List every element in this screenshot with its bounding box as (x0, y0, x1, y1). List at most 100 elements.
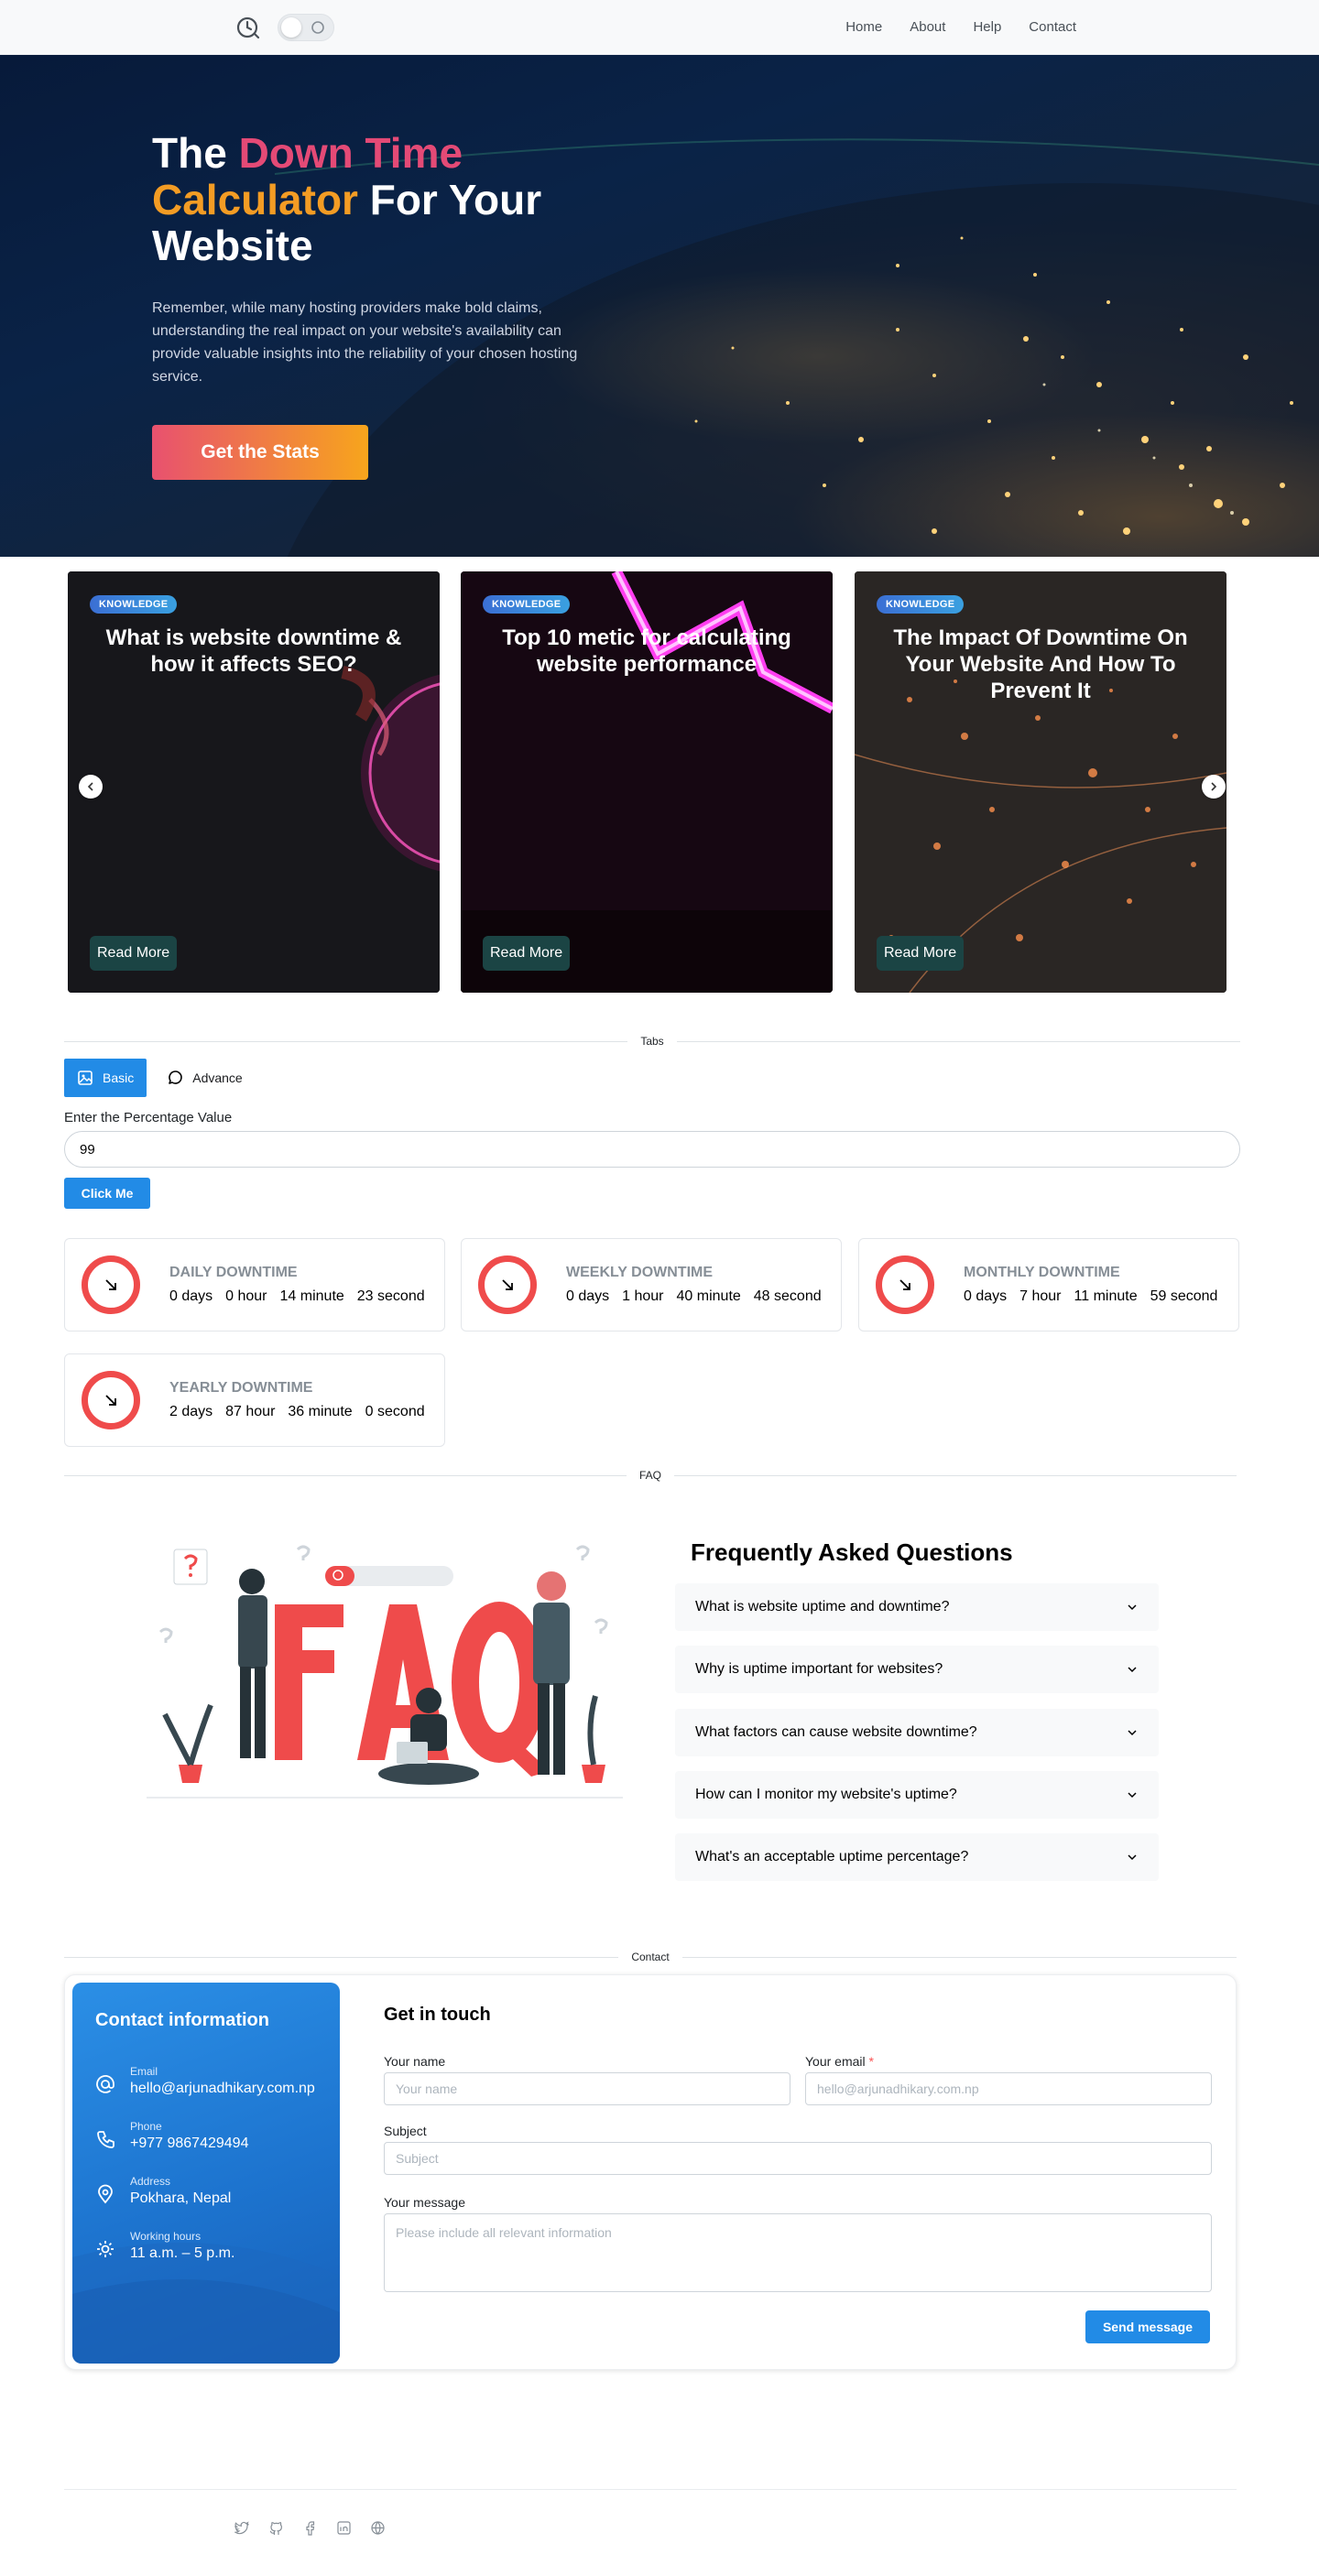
tab-advance[interactable]: Advance (154, 1059, 255, 1097)
faq-question: Why is uptime important for websites? (695, 1661, 943, 1677)
faq-item[interactable]: How can I monitor my website's uptime? (675, 1771, 1159, 1819)
header-left (235, 13, 334, 41)
article-carousel: KNOWLEDGE What is website downtime & how… (0, 571, 1319, 1011)
stat-text: MONTHLY DOWNTIME 0 days 7 hour 11 minute… (964, 1265, 1217, 1305)
stat-label: WEEKLY DOWNTIME (566, 1265, 714, 1280)
faq-question: What is website uptime and downtime? (695, 1599, 950, 1614)
stat-seconds: 0 second (365, 1404, 425, 1419)
contact-divider: Contact (64, 1951, 1237, 1963)
stat-hours: 1 hour (622, 1288, 664, 1304)
monthly-downtime-card: MONTHLY DOWNTIME 0 days 7 hour 11 minute… (858, 1238, 1239, 1331)
chevron-down-icon (1128, 1854, 1137, 1861)
click-me-button[interactable]: Click Me (64, 1178, 150, 1209)
chevron-down-icon (1128, 1604, 1137, 1611)
faq-illustration (147, 1545, 623, 1799)
nav-help[interactable]: Help (973, 19, 1001, 35)
linkedin-icon[interactable] (336, 2520, 352, 2536)
stat-text: WEEKLY DOWNTIME 0 days 1 hour 40 minute … (566, 1265, 822, 1305)
stat-text: DAILY DOWNTIME 0 days 0 hour 14 minute 2… (169, 1265, 425, 1305)
faq-item[interactable]: Why is uptime important for websites? (675, 1646, 1159, 1693)
arrow-down-right-icon (899, 1279, 910, 1290)
chevron-down-icon (1128, 1667, 1137, 1673)
percentage-label: Enter the Percentage Value (64, 1110, 233, 1125)
arrow-down-right-icon (105, 1395, 116, 1406)
chevron-right-icon (1211, 782, 1217, 791)
tab-basic[interactable]: Basic (64, 1059, 147, 1097)
contact-phone-row: Phone +977 9867429494 (95, 2120, 248, 2152)
required-asterisk: * (868, 2054, 874, 2069)
stat-minutes: 11 minute (1074, 1288, 1138, 1304)
contact-phone-value[interactable]: +977 9867429494 (130, 2136, 248, 2152)
stat-days: 0 days (169, 1288, 213, 1304)
stat-label: DAILY DOWNTIME (169, 1265, 298, 1280)
carousel-prev-button[interactable] (79, 775, 103, 799)
contact-hours-value: 11 a.m. – 5 p.m. (130, 2245, 235, 2261)
tab-advance-label: Advance (192, 1071, 243, 1085)
contact-email-row: Email hello@arjunadhikary.com.np (95, 2065, 315, 2097)
facebook-icon[interactable] (302, 2520, 318, 2536)
contact-hours-text: Working hours 11 a.m. – 5 p.m. (130, 2230, 234, 2262)
article-card[interactable]: KNOWLEDGE What is website downtime & how… (68, 571, 440, 993)
twitter-icon[interactable] (234, 2520, 250, 2536)
github-icon[interactable] (268, 2520, 284, 2536)
percentage-input[interactable] (64, 1131, 1240, 1168)
nav-about[interactable]: About (910, 19, 945, 35)
moon-icon (311, 20, 324, 34)
tabs-divider: Tabs (64, 1035, 1240, 1048)
subject-input[interactable]: Subject (384, 2142, 1212, 2175)
arrow-down-right-icon (105, 1279, 116, 1290)
clock-logo-icon[interactable] (235, 15, 261, 40)
read-more-button[interactable]: Read More (483, 936, 571, 971)
footer-divider (64, 2489, 1237, 2490)
hero-section: The Down Time Calculator For Your Websit… (0, 55, 1319, 557)
email-label: Your email * (805, 2054, 874, 2069)
globe-icon[interactable] (370, 2520, 386, 2536)
contact-hours-label: Working hours (130, 2230, 202, 2243)
article-card[interactable]: KNOWLEDGE Top 10 metic for calculating w… (461, 571, 833, 993)
faq-divider-label: FAQ (639, 1469, 662, 1482)
calc-tabs: Basic Advance (64, 1059, 256, 1097)
hero-title-part1: The (152, 129, 239, 177)
hero-description: Remember, while many hosting providers m… (152, 299, 578, 385)
nav-contact[interactable]: Contact (1029, 19, 1076, 35)
email-input[interactable]: hello@arjunadhikary.com.np (805, 2072, 1212, 2105)
chevron-down-icon (1128, 1792, 1137, 1799)
card-title: The Impact Of Downtime On Your Website A… (893, 625, 1188, 703)
get-stats-button[interactable]: Get the Stats (152, 424, 368, 480)
card-badge: KNOWLEDGE (483, 595, 571, 614)
stat-values: 0 days 1 hour 40 minute 48 second (566, 1288, 822, 1305)
hero-title: The Down Time Calculator For Your Websit… (152, 130, 601, 269)
map-pin-icon (98, 2184, 113, 2204)
message-textarea[interactable]: Please include all relevant information (384, 2213, 1212, 2292)
name-label: Your name (384, 2054, 446, 2069)
stat-seconds: 59 second (1150, 1288, 1218, 1304)
contact-address-value: Pokhara, Nepal (130, 2190, 232, 2206)
contact-address-text: Address Pokhara, Nepal (130, 2175, 231, 2207)
sun-icon (97, 2241, 114, 2257)
contact-email-value[interactable]: hello@arjunadhikary.com.np (130, 2081, 315, 2097)
daily-downtime-card: DAILY DOWNTIME 0 days 0 hour 14 minute 2… (64, 1238, 445, 1331)
name-input[interactable]: Your name (384, 2072, 790, 2105)
faq-item[interactable]: What factors can cause website downtime? (675, 1709, 1159, 1756)
yearly-downtime-card: YEARLY DOWNTIME 2 days 87 hour 36 minute… (64, 1353, 445, 1447)
send-message-button[interactable]: Send message (1085, 2310, 1210, 2343)
chevron-left-icon (87, 782, 93, 791)
stat-hours: 7 hour (1019, 1288, 1062, 1304)
theme-toggle[interactable] (278, 13, 334, 41)
subject-label: Subject (384, 2124, 427, 2138)
read-more-button[interactable]: Read More (877, 936, 965, 971)
main-nav: Home About Help Contact (845, 19, 1076, 35)
contact-address-label: Address (130, 2175, 171, 2188)
faq-item[interactable]: What is website uptime and downtime? (675, 1583, 1159, 1631)
wave-pattern (72, 2243, 340, 2364)
article-card[interactable]: KNOWLEDGE The Impact Of Downtime On Your… (855, 571, 1226, 993)
get-in-touch-title: Get in touch (384, 2005, 491, 2025)
nav-home[interactable]: Home (845, 19, 882, 35)
weekly-downtime-card: WEEKLY DOWNTIME 0 days 1 hour 40 minute … (461, 1238, 842, 1331)
faq-item[interactable]: What's an acceptable uptime percentage? (675, 1833, 1159, 1881)
faq-divider: FAQ (64, 1469, 1237, 1482)
hero-title-highlight-calculator: Calculator (152, 175, 358, 223)
carousel-next-button[interactable] (1202, 775, 1226, 799)
read-more-button[interactable]: Read More (90, 936, 178, 971)
contact-hours-row: Working hours 11 a.m. – 5 p.m. (95, 2230, 234, 2262)
